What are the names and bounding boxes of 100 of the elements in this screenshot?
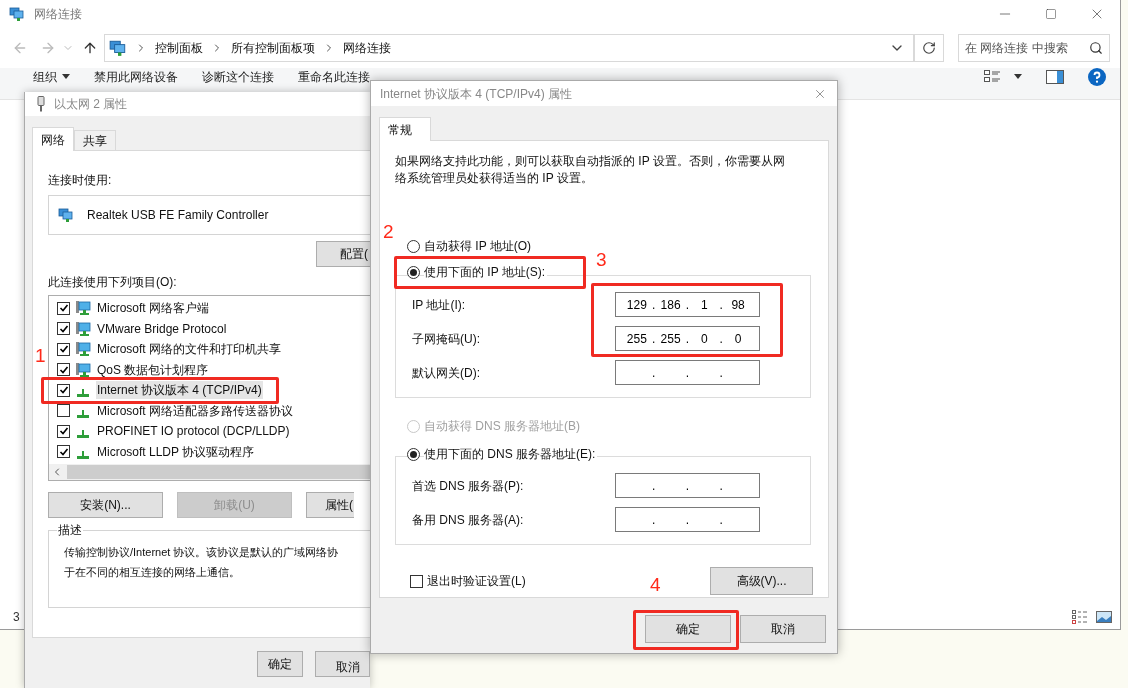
ip-address-field[interactable]: . . .: [615, 473, 760, 498]
list-item[interactable]: QoS 数据包计划程序: [96, 360, 210, 379]
ip-separator: .: [684, 477, 691, 495]
dialog-button[interactable]: 取消: [314, 651, 370, 677]
dialog-title: Internet 协议版本 4 (TCP/IPv4) 属性: [380, 85, 573, 103]
breadcrumb[interactable]: 所有控制面板项: [231, 39, 315, 57]
refresh-icon[interactable]: [922, 41, 936, 55]
status-bar-text: 3: [13, 608, 20, 626]
dialog-button[interactable]: 属性(: [306, 492, 354, 518]
refresh-button[interactable]: [914, 34, 944, 62]
checkbox[interactable]: [57, 445, 70, 459]
dialog-button[interactable]: 取消: [740, 615, 826, 643]
list-item[interactable]: Internet 协议版本 4 (TCP/IPv4): [96, 381, 263, 400]
radio-button[interactable]: [407, 265, 420, 279]
toolbar-button[interactable]: 重命名此连接: [298, 69, 370, 84]
ip-separator: .: [684, 511, 691, 529]
list-item[interactable]: Microsoft 网络的文件和打印机共享: [96, 340, 282, 359]
list-item[interactable]: Microsoft 网络客户端: [96, 299, 210, 318]
ip-octet: 1: [700, 296, 709, 314]
dialog-button[interactable]: 确定: [257, 651, 303, 677]
radio-label[interactable]: 使用下面的 IP 地址(S):: [424, 263, 548, 281]
breadcrumb[interactable]: 网络连接: [343, 39, 391, 57]
annotation-number: 2: [383, 221, 394, 243]
description-text: 传输控制协议/Internet 协议。该协议是默认的广域网络协: [64, 545, 340, 560]
adapter-name: Realtek USB FE Family Controller: [87, 207, 269, 224]
network-protocol-icon: [77, 450, 89, 459]
ip-address-field[interactable]: 129 . 186 . 1 . 98: [615, 292, 760, 317]
checkbox-label[interactable]: 退出时验证设置(L): [427, 572, 526, 590]
search-icon[interactable]: [1089, 41, 1103, 55]
radio-button[interactable]: [407, 239, 420, 253]
group-title: 描述: [57, 522, 83, 538]
network-service-icon: [75, 300, 91, 317]
large-icons-view-icon[interactable]: [1096, 610, 1112, 623]
tab[interactable]: 常规: [379, 117, 431, 141]
ip-separator: .: [684, 296, 691, 314]
search-field[interactable]: 在 网络连接 中搜索: [958, 34, 1110, 62]
annotation-number: 1: [35, 345, 46, 367]
maximize-icon[interactable]: [1045, 8, 1057, 20]
checkbox[interactable]: [57, 322, 70, 336]
toolbar-button[interactable]: 诊断这个连接: [202, 69, 274, 84]
list-item[interactable]: VMware Bridge Protocol: [96, 319, 228, 338]
checkbox[interactable]: [57, 301, 70, 315]
checkbox[interactable]: [57, 363, 70, 377]
section-label: 此连接使用下列项目(O):: [48, 274, 178, 291]
dialog-button[interactable]: 安装(N)...: [48, 492, 163, 518]
radio-label[interactable]: 自动获得 IP 地址(O): [424, 237, 534, 255]
preview-pane-icon[interactable]: [1046, 69, 1064, 84]
toolbar-button[interactable]: 禁用此网络设备: [94, 69, 178, 84]
list-item[interactable]: Microsoft 网络适配器多路传送器协议: [96, 401, 294, 420]
breadcrumb[interactable]: 控制面板: [155, 39, 203, 57]
network-protocol-icon: [77, 389, 89, 398]
field-label: 首选 DNS 服务器(P):: [412, 477, 525, 495]
dialog-button[interactable]: 配置(: [316, 241, 370, 267]
ip-separator: .: [718, 477, 724, 495]
list-item[interactable]: Microsoft LLDP 协议驱动程序: [96, 442, 256, 461]
tab[interactable]: 共享: [74, 130, 116, 150]
ip-octet: 255: [625, 330, 648, 348]
ip-address-field[interactable]: . . .: [615, 360, 760, 385]
address-bar[interactable]: 控制面板 所有控制面板项 网络连接: [104, 34, 914, 62]
network-service-icon: [75, 341, 91, 358]
ip-separator: .: [718, 511, 724, 529]
ip-separator: .: [651, 477, 657, 495]
checkbox[interactable]: [57, 342, 70, 356]
network-service-icon: [75, 361, 91, 378]
help-icon[interactable]: [1088, 67, 1106, 86]
checkbox[interactable]: [57, 383, 70, 397]
ip-octet: 0: [700, 330, 709, 348]
tab[interactable]: 网络: [32, 127, 74, 151]
ip-octet: 98: [730, 296, 746, 314]
checkbox[interactable]: [410, 574, 423, 588]
field-label: 备用 DNS 服务器(A):: [412, 511, 525, 529]
dropdown-caret-icon[interactable]: [62, 74, 70, 79]
horizontal-scrollbar[interactable]: [49, 464, 370, 480]
ethernet-plug-icon: [37, 96, 45, 112]
field-label: 子网掩码(U):: [412, 330, 481, 348]
view-options-icon[interactable]: [984, 69, 1000, 84]
checkbox[interactable]: [57, 424, 70, 438]
ip-octet: 255: [659, 330, 682, 348]
ip-address-field[interactable]: . . .: [615, 507, 760, 532]
dialog-button[interactable]: 高级(V)...: [710, 567, 813, 595]
list-item[interactable]: PROFINET IO protocol (DCP/LLDP): [96, 422, 291, 441]
intro-text: 如果网络支持此功能，则可以获取自动指派的 IP 设置。否则，你需要从网络系统管理员处获得适当的 IP 设置。: [395, 153, 786, 187]
dropdown-caret-icon[interactable]: [1014, 74, 1022, 79]
radio-label[interactable]: 使用下面的 DNS 服务器地址(E):: [424, 445, 598, 463]
toolbar-button[interactable]: 组织: [33, 69, 70, 84]
dialog-button[interactable]: 确定: [645, 615, 731, 643]
checkbox[interactable]: [57, 404, 70, 418]
ip-octet: 0: [733, 330, 743, 348]
up-icon[interactable]: [82, 40, 98, 56]
network-folder-icon: [109, 39, 127, 57]
details-view-icon[interactable]: [1072, 609, 1088, 624]
description-text: 于在不同的相互连接的网络上通信。: [64, 565, 241, 580]
ip-separator: .: [651, 330, 657, 348]
ip-octet: 186: [659, 296, 682, 314]
ip-separator: .: [651, 511, 657, 529]
radio-button[interactable]: [407, 447, 420, 461]
ip-address-field[interactable]: 255 . 255 . 0 . 0: [615, 326, 760, 351]
ip-separator: .: [651, 364, 657, 382]
annotation-number: 3: [596, 249, 607, 271]
section-label: 连接时使用:: [48, 172, 113, 189]
